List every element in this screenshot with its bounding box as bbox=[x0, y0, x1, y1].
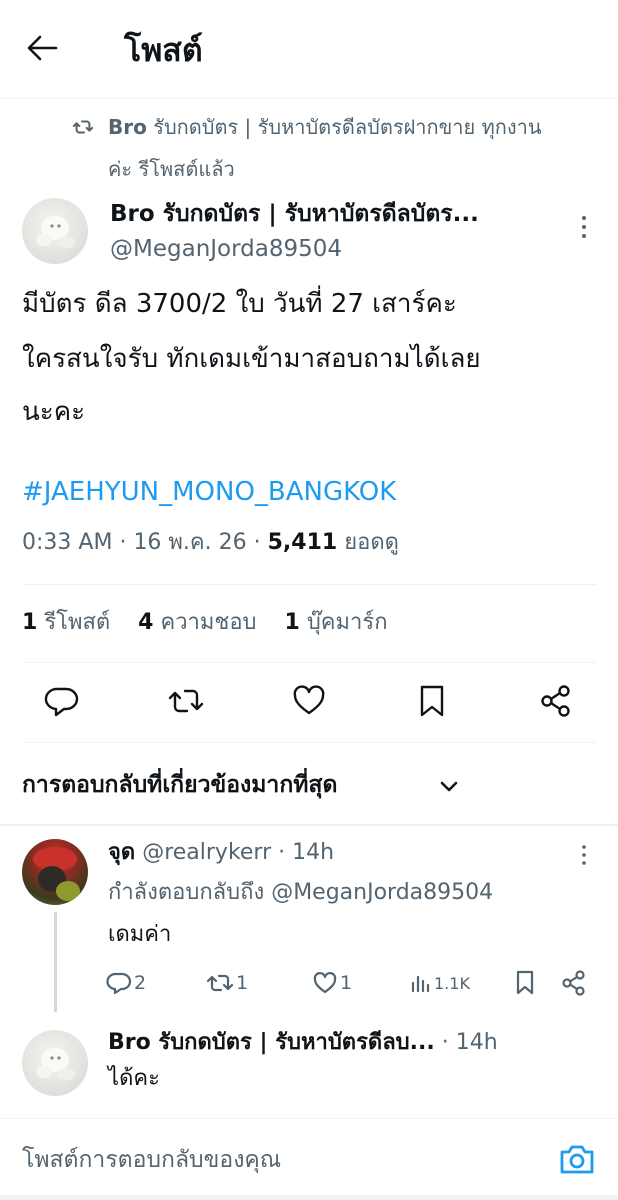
repost-icon bbox=[72, 120, 94, 134]
stats-divider bbox=[22, 662, 596, 663]
reply-time[interactable]: · 14h bbox=[278, 840, 334, 865]
more-button[interactable] bbox=[572, 212, 596, 242]
reply-reply-count: 2 bbox=[134, 972, 147, 994]
camera-icon bbox=[560, 1145, 594, 1174]
bottom-edge bbox=[0, 1195, 618, 1200]
reply-like-count: 1 bbox=[340, 972, 353, 994]
reply-repost-count: 1 bbox=[236, 972, 249, 994]
post-text-line1: มีบัตร ดีล 3700/2 ใบ วันที่ 27 เสาร์คะ bbox=[22, 289, 457, 319]
reply-author-name[interactable]: จุด bbox=[108, 840, 135, 865]
back-arrow-icon bbox=[27, 35, 58, 61]
repost-note-author[interactable]: Bro bbox=[108, 115, 147, 139]
repost-note-text: Bro รับกดบัตร | รับหาบัตรดีลบัตรฝากขาย ท… bbox=[108, 115, 542, 139]
reply-header: จุด @realrykerr · 14h bbox=[108, 836, 334, 870]
repost-button[interactable] bbox=[166, 683, 206, 719]
avatar-image bbox=[36, 1048, 75, 1080]
share-button[interactable] bbox=[538, 683, 574, 719]
reply-reply-button[interactable]: 2 bbox=[106, 968, 166, 998]
page-title: โพสต์ bbox=[124, 31, 203, 69]
repost-icon bbox=[168, 689, 204, 713]
like-button[interactable] bbox=[291, 683, 327, 719]
reply-author-handle[interactable]: @realrykerr bbox=[142, 840, 271, 865]
sort-divider bbox=[0, 824, 618, 826]
back-button[interactable] bbox=[22, 28, 70, 72]
replies-sort-dropdown[interactable]: การตอบกลับที่เกี่ยวข้องมากที่สุด bbox=[22, 766, 472, 806]
bookmark-stat[interactable]: 1 บุ๊คมาร์ก bbox=[285, 610, 388, 635]
views-icon bbox=[411, 975, 430, 993]
reply-icon bbox=[106, 972, 132, 995]
heart-icon bbox=[293, 685, 325, 715]
composer-placeholder[interactable]: โพสต์การตอบกลับของคุณ bbox=[22, 1142, 281, 1178]
reply-more-button[interactable] bbox=[574, 842, 594, 868]
replies-sort-label: การตอบกลับที่เกี่ยวข้องมากที่สุด bbox=[22, 772, 338, 798]
heart-icon bbox=[313, 972, 337, 994]
repost-stat[interactable]: 1 รีโพสต์ bbox=[22, 610, 117, 635]
repost-note-line1: Bro รับกดบัตร | รับหาบัตรดีลบัตรฝากขาย ท… bbox=[108, 112, 542, 142]
share-icon bbox=[541, 685, 570, 717]
repost-count: 1 bbox=[22, 610, 38, 635]
reply-author-name[interactable]: Bro รับกดบัตร | รับหาบัตรดีลบ... bbox=[108, 1030, 435, 1055]
reply-views-button[interactable]: 1.1K bbox=[410, 968, 480, 998]
author-name[interactable]: Bro รับกดบัตร | รับหาบัตรดีลบัตร... bbox=[110, 198, 479, 230]
repost-note-line2: ค่ะ รีโพสต์แล้ว bbox=[108, 157, 235, 181]
like-label: ความชอบ bbox=[160, 610, 257, 635]
actions-divider bbox=[22, 742, 596, 743]
post-time[interactable]: 0:33 AM bbox=[22, 530, 112, 555]
bookmark-icon bbox=[420, 685, 444, 717]
post-stats: 1 รีโพสต์ 4 ความชอบ 1 บุ๊คมาร์ก bbox=[22, 606, 388, 640]
author-avatar[interactable] bbox=[22, 198, 88, 264]
repost-label: รีโพสต์ bbox=[44, 610, 111, 635]
replying-to-prefix: กำลังตอบกลับถึง bbox=[108, 880, 265, 905]
post-date[interactable]: 16 พ.ค. 26 bbox=[133, 530, 246, 555]
reply-composer[interactable]: โพสต์การตอบกลับของคุณ bbox=[0, 1119, 618, 1200]
bookmark-label: บุ๊คมาร์ก bbox=[306, 610, 388, 635]
avatar-image bbox=[36, 216, 75, 248]
reply-icon bbox=[44, 687, 79, 717]
meta-separator: · bbox=[119, 530, 134, 555]
post-meta: 0:33 AM · 16 พ.ค. 26 · 5,411 ยอดดู bbox=[22, 526, 399, 560]
like-stat[interactable]: 4 ความชอบ bbox=[138, 610, 263, 635]
share-icon bbox=[562, 970, 585, 996]
like-count: 4 bbox=[138, 610, 154, 635]
replying-to: กำลังตอบกลับถึง @MeganJorda89504 bbox=[108, 876, 493, 910]
reply-avatar[interactable] bbox=[22, 839, 88, 905]
post-text-line3: นะคะ bbox=[22, 397, 86, 427]
meta-separator: · bbox=[253, 530, 268, 555]
reply-share-button[interactable] bbox=[560, 968, 588, 998]
reply-button[interactable] bbox=[44, 683, 80, 719]
reply-bookmark-button[interactable] bbox=[514, 968, 536, 998]
reply-text: เดมค่า bbox=[108, 922, 172, 947]
bookmark-count: 1 bbox=[284, 610, 300, 635]
header-bar: โพสต์ bbox=[0, 0, 618, 98]
reply-time[interactable]: · 14h bbox=[442, 1030, 498, 1055]
more-icon bbox=[582, 216, 586, 238]
views-count: 5,411 bbox=[267, 530, 338, 555]
reply-text: ได้คะ bbox=[108, 1066, 160, 1091]
views-label: ยอดดู bbox=[344, 530, 399, 555]
post-text-line2: ใครสนใจรับ ทักเดมเข้ามาสอบถามได้เลย bbox=[22, 344, 481, 374]
reply-repost-button[interactable]: 1 bbox=[206, 968, 266, 998]
reply-views-count: 1.1K bbox=[434, 974, 470, 993]
camera-button[interactable] bbox=[558, 1141, 596, 1177]
chevron-down-icon bbox=[440, 781, 458, 792]
reply-avatar[interactable] bbox=[22, 1030, 88, 1096]
author-handle[interactable]: @MeganJorda89504 bbox=[110, 233, 342, 265]
repost-icon bbox=[206, 974, 234, 992]
header-divider bbox=[0, 98, 618, 99]
reply-header: Bro รับกดบัตร | รับหาบัตรดีลบ... · 14h bbox=[108, 1026, 498, 1060]
post-hashtag[interactable]: #JAEHYUN_MONO_BANGKOK bbox=[22, 472, 396, 512]
bookmark-icon bbox=[516, 970, 534, 995]
bookmark-button[interactable] bbox=[416, 683, 448, 719]
reply-like-button[interactable]: 1 bbox=[312, 968, 372, 998]
more-icon bbox=[582, 845, 586, 865]
avatar-image bbox=[33, 847, 80, 901]
replying-to-handle[interactable]: @MeganJorda89504 bbox=[271, 880, 493, 905]
thread-line bbox=[54, 912, 57, 1012]
meta-divider bbox=[22, 584, 596, 585]
